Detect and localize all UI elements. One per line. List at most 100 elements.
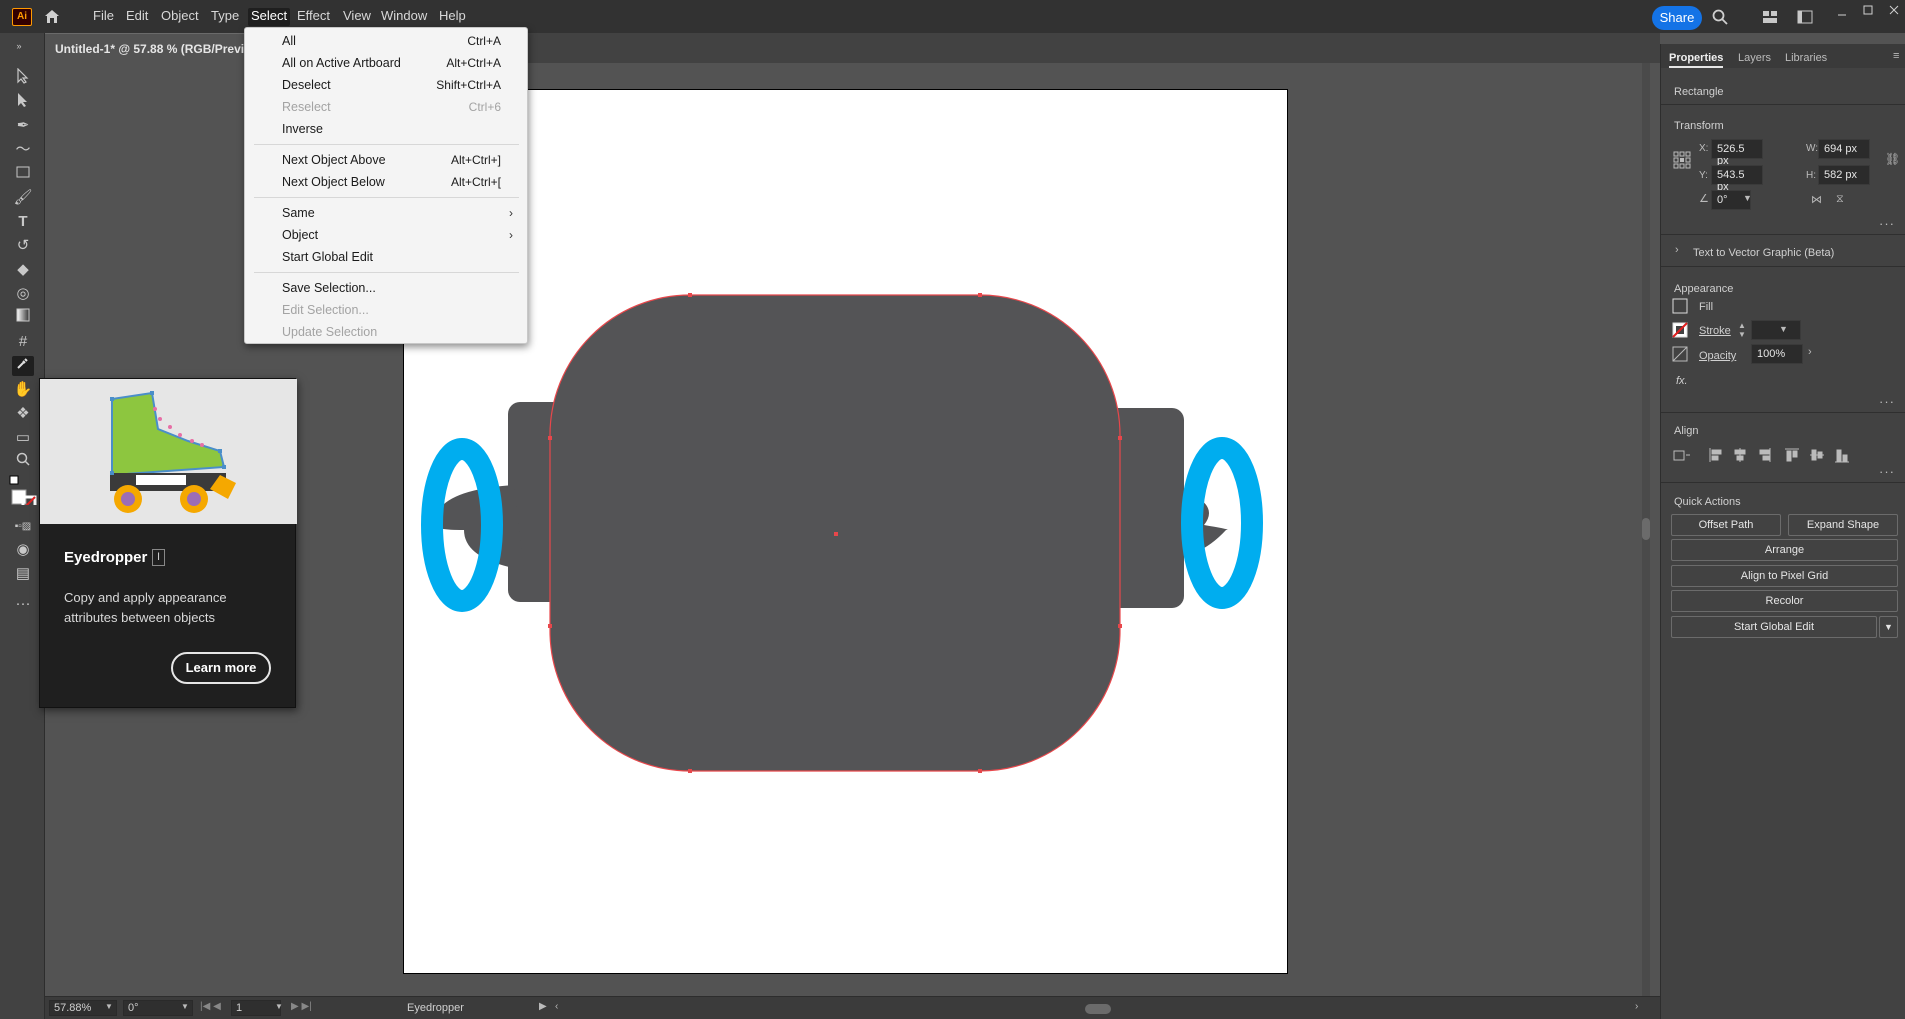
reference-point-icon[interactable] — [1673, 151, 1691, 169]
menu-object[interactable]: Object — [161, 8, 199, 23]
pen-tool-icon[interactable]: ✒ — [12, 116, 34, 136]
puppet-warp-tool-icon[interactable]: ✋ — [12, 380, 34, 400]
opacity-field[interactable]: 100% — [1751, 344, 1803, 364]
shape-builder-tool-icon[interactable]: ◎ — [12, 284, 34, 304]
stroke-weight-stepper[interactable]: ▲ ▼ — [1738, 321, 1746, 339]
edit-toolbar-icon[interactable]: ··· — [12, 594, 34, 614]
workspace-switcher-icon[interactable] — [1762, 10, 1778, 24]
stroke-swatch[interactable] — [1672, 322, 1688, 338]
start-global-edit-button[interactable]: Start Global Edit — [1671, 616, 1877, 638]
menu-item-deselect[interactable]: Deselect — [282, 78, 331, 92]
chevron-down-icon[interactable]: ▼ — [181, 1002, 189, 1011]
offset-path-button[interactable]: Offset Path — [1671, 514, 1781, 536]
scroll-right-icon[interactable]: › — [1635, 1001, 1638, 1012]
menu-effect[interactable]: Effect — [297, 8, 330, 23]
direct-selection-tool-icon[interactable] — [12, 92, 34, 112]
width-field[interactable]: 694 px — [1818, 139, 1870, 159]
minimize-icon[interactable] — [1836, 8, 1848, 20]
expand-shape-button[interactable]: Expand Shape — [1788, 514, 1898, 536]
opacity-label[interactable]: Opacity — [1699, 350, 1736, 362]
x-field[interactable]: 526.5 px — [1711, 139, 1763, 167]
panel-menu-icon[interactable]: ≡ — [1893, 50, 1899, 62]
tab-layers[interactable]: Layers — [1738, 52, 1771, 64]
rotate-tool-icon[interactable]: ↺ — [12, 236, 34, 256]
first-artboard-icon[interactable]: |◀ ◀ — [200, 1001, 221, 1012]
y-field[interactable]: 543.5 px — [1711, 165, 1763, 193]
eyedropper-tool-icon[interactable] — [12, 356, 34, 376]
menu-item-save-selection[interactable]: Save Selection... — [282, 281, 376, 295]
search-icon[interactable] — [1712, 9, 1728, 25]
menu-item-same[interactable]: Same — [282, 206, 315, 220]
menu-file[interactable]: File — [93, 8, 114, 23]
gradient-tool-icon[interactable] — [12, 308, 34, 328]
more-options-icon[interactable]: ··· — [1879, 216, 1895, 231]
height-field[interactable]: 582 px — [1818, 165, 1870, 185]
menu-window[interactable]: Window — [381, 8, 427, 23]
drawing-mode-icon[interactable]: ◉ — [12, 540, 34, 560]
flip-horizontal-icon[interactable]: ⋈ — [1811, 193, 1822, 206]
menu-help[interactable]: Help — [439, 8, 466, 23]
curvature-tool-icon[interactable]: 〜 — [12, 140, 34, 160]
menu-item-next-object-above[interactable]: Next Object Above — [282, 153, 386, 167]
stroke-weight-field[interactable] — [1751, 320, 1801, 340]
chevron-down-icon[interactable]: ▼ — [275, 1002, 283, 1011]
more-options-icon[interactable]: ··· — [1879, 464, 1895, 479]
horizontal-scroll-thumb[interactable] — [1085, 1004, 1111, 1014]
share-button[interactable]: Share — [1652, 6, 1702, 30]
artwork[interactable] — [404, 90, 1289, 975]
chevron-down-icon[interactable]: ▼ — [1743, 193, 1752, 203]
vertical-scrollbar[interactable] — [1642, 63, 1650, 996]
chevron-down-icon[interactable]: ▼ — [1779, 324, 1788, 334]
symbol-sprayer-tool-icon[interactable]: ❖ — [12, 404, 34, 424]
eraser-tool-icon[interactable]: ◆ — [12, 260, 34, 280]
fx-button[interactable]: fx. — [1676, 375, 1688, 387]
artboard-number-field[interactable]: 1 — [231, 1000, 281, 1016]
constrain-proportions-icon[interactable]: ⛓ — [1885, 152, 1900, 166]
fill-swatch[interactable] — [1672, 298, 1688, 314]
type-tool-icon[interactable]: T — [12, 212, 34, 232]
tab-libraries[interactable]: Libraries — [1785, 52, 1827, 64]
chevron-right-icon[interactable]: › — [1675, 244, 1679, 256]
tab-properties[interactable]: Properties — [1669, 52, 1723, 64]
artboard[interactable] — [403, 89, 1288, 974]
menu-item-next-object-below[interactable]: Next Object Below — [282, 175, 385, 189]
artboard-tool-icon[interactable]: ▭ — [12, 428, 34, 448]
status-menu-arrow-icon[interactable]: ▶ — [539, 1001, 547, 1012]
arrange-button[interactable]: Arrange — [1671, 539, 1898, 561]
chevron-down-icon[interactable]: ▼ — [105, 1002, 113, 1011]
menu-item-object[interactable]: Object — [282, 228, 318, 242]
menu-select[interactable]: Select — [248, 8, 291, 26]
screen-mode-icon[interactable]: ▤ — [12, 564, 34, 584]
align-to-pixel-grid-button[interactable]: Align to Pixel Grid — [1671, 565, 1898, 587]
menu-view[interactable]: View — [343, 8, 371, 23]
stroke-label[interactable]: Stroke — [1699, 325, 1731, 337]
scroll-left-icon[interactable]: ‹ — [555, 1001, 558, 1012]
chevron-right-icon[interactable]: › — [1808, 346, 1812, 358]
menu-type[interactable]: Type — [211, 8, 239, 23]
maximize-icon[interactable] — [1862, 4, 1874, 16]
collapse-toolbar-icon[interactable]: » — [8, 36, 30, 56]
recolor-button[interactable]: Recolor — [1671, 590, 1898, 612]
next-artboard-icon[interactable]: ▶ ▶| — [291, 1001, 312, 1012]
menu-item-start-global-edit[interactable]: Start Global Edit — [282, 250, 373, 264]
text-to-vector-label[interactable]: Text to Vector Graphic (Beta) — [1693, 247, 1834, 259]
mesh-tool-icon[interactable]: # — [12, 332, 34, 352]
close-icon[interactable] — [1888, 4, 1900, 16]
learn-more-button[interactable]: Learn more — [171, 652, 271, 684]
global-edit-options-chevron-icon[interactable]: ▼ — [1879, 616, 1898, 638]
color-mode-icon[interactable]: ▪▫▨ — [12, 517, 34, 537]
document-tab[interactable]: Untitled-1* @ 57.88 % (RGB/Preview) — [45, 33, 245, 63]
menu-item-all-on-active-artboard[interactable]: All on Active Artboard — [282, 56, 401, 70]
fill-stroke-swatch-icon[interactable] — [9, 475, 37, 505]
align-buttons-row[interactable] — [1673, 447, 1863, 463]
more-options-icon[interactable]: ··· — [1879, 394, 1895, 409]
panel-layout-icon[interactable] — [1797, 10, 1813, 24]
menu-item-inverse[interactable]: Inverse — [282, 122, 323, 136]
paintbrush-tool-icon[interactable]: 🖌 — [12, 188, 34, 208]
vertical-scroll-thumb[interactable] — [1642, 518, 1650, 540]
flip-vertical-icon[interactable]: ⧖ — [1836, 193, 1844, 206]
selection-tool-icon[interactable] — [12, 67, 34, 88]
home-icon[interactable] — [43, 8, 61, 24]
menu-edit[interactable]: Edit — [126, 8, 148, 23]
menu-item-all[interactable]: All — [282, 34, 296, 48]
